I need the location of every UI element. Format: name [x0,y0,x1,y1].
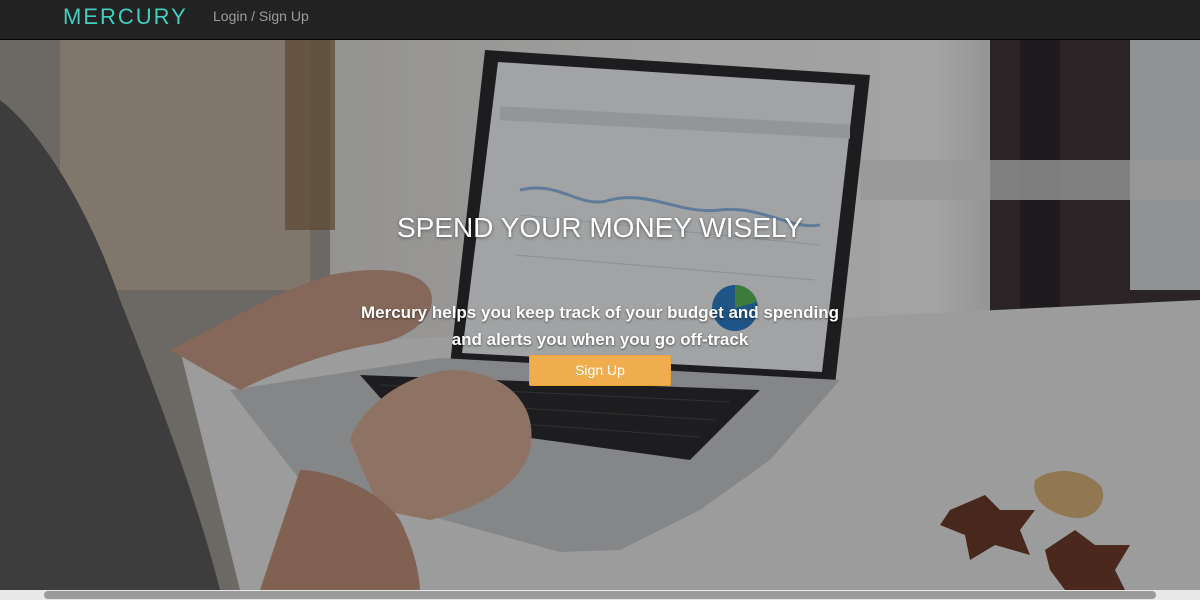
brand-logo[interactable]: MERCURY [63,5,188,29]
hero-subtitle-line-2: and alerts you when you go off-track [451,330,749,349]
hero-subtitle: Mercury helps you keep track of your bud… [0,299,1200,353]
sign-up-button[interactable]: Sign Up [529,355,671,386]
hero-subtitle-line-1: Mercury helps you keep track of your bud… [361,303,839,322]
hero-section: SPEND YOUR MONEY WISELY Mercury helps yo… [0,40,1200,590]
hero-content: SPEND YOUR MONEY WISELY Mercury helps yo… [0,40,1200,590]
hero-headline: SPEND YOUR MONEY WISELY [396,212,804,243]
horizontal-scrollbar[interactable] [0,590,1200,600]
scrollbar-thumb[interactable] [44,591,1156,599]
login-signup-link[interactable]: Login / Sign Up [213,8,309,24]
top-navbar: MERCURY Login / Sign Up [0,0,1200,40]
